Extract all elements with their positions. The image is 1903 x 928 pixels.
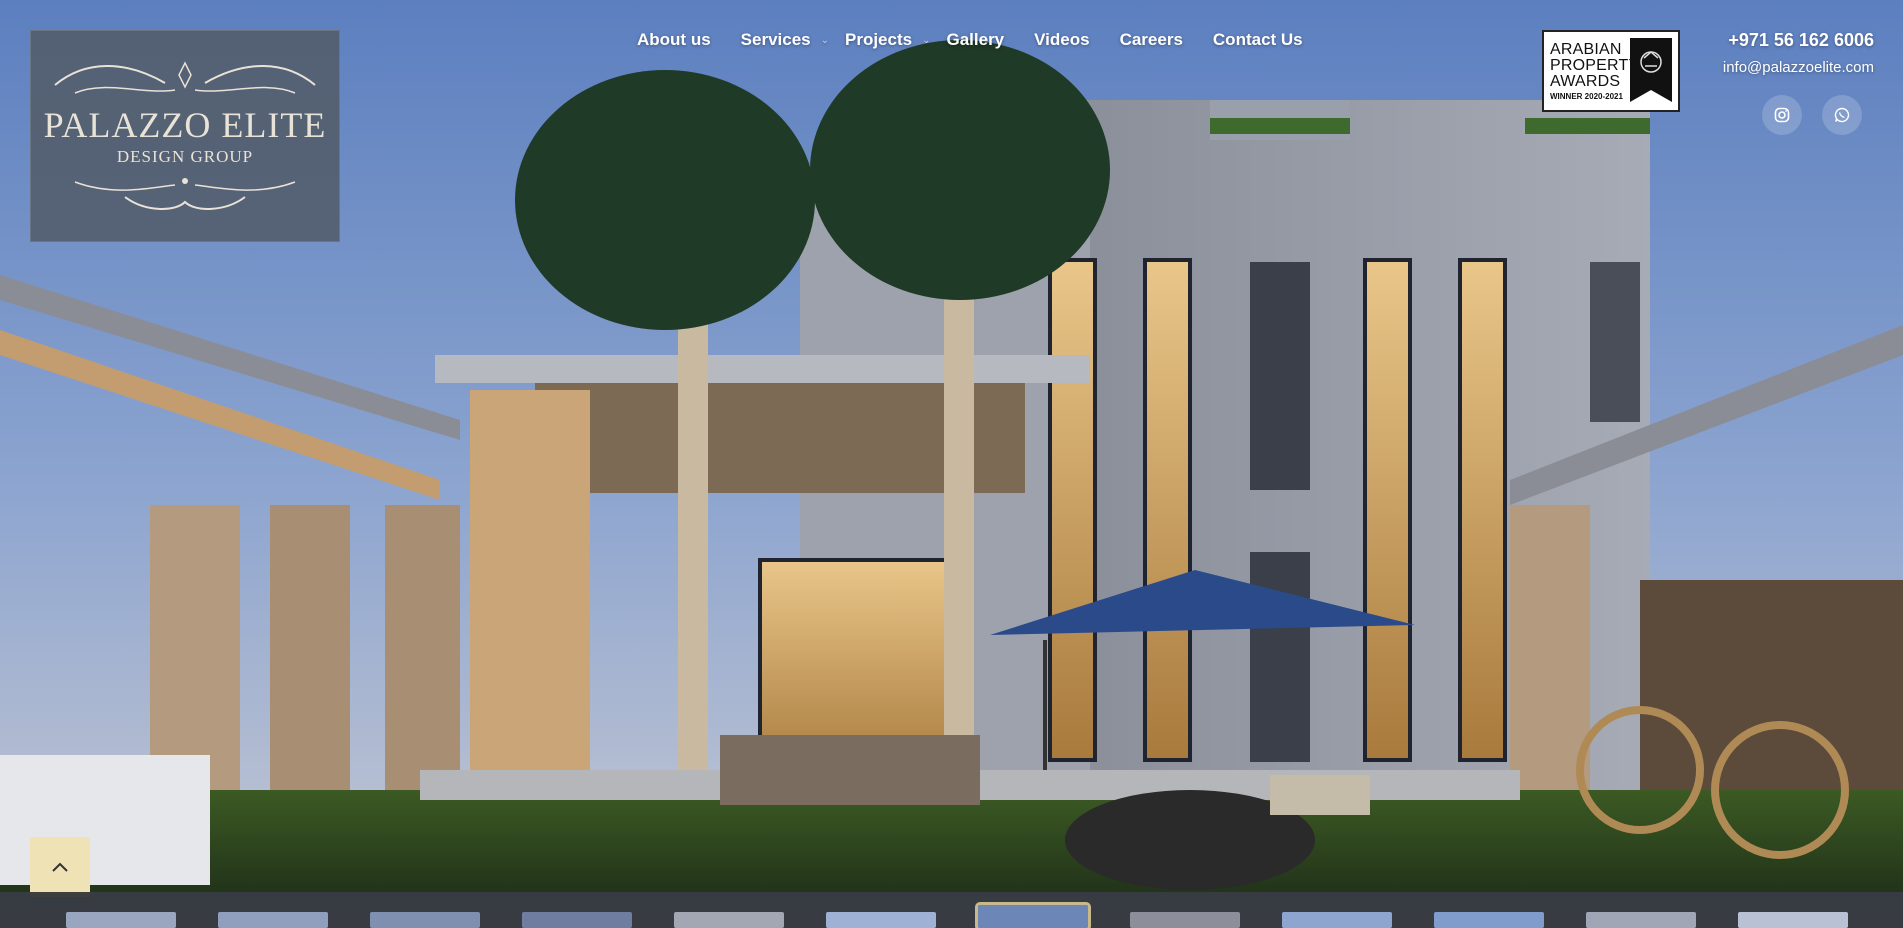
instagram-button[interactable] <box>1762 95 1802 135</box>
nav-label: Services <box>740 30 811 49</box>
nav-label: Contact Us <box>1212 30 1303 49</box>
back-to-top-button[interactable] <box>30 837 90 897</box>
thumbnail-item[interactable] <box>218 912 328 928</box>
nav-videos[interactable]: Videos <box>1034 30 1089 50</box>
chevron-down-icon: ⌄ <box>922 34 931 46</box>
nav-label: Careers <box>1119 30 1183 49</box>
nav-careers[interactable]: Careers <box>1120 30 1183 50</box>
nav-gallery[interactable]: Gallery <box>946 30 1004 50</box>
social-links <box>1762 95 1882 135</box>
thumbnail-item[interactable] <box>1282 912 1392 928</box>
award-crest-icon <box>1630 38 1672 102</box>
nav-label: Projects <box>845 30 913 49</box>
thumbnail-strip <box>0 892 1903 928</box>
whatsapp-icon <box>1834 107 1850 123</box>
nav-label: Gallery <box>946 30 1005 49</box>
thumbnail-item[interactable] <box>826 912 936 928</box>
thumbnail-item[interactable] <box>1586 912 1696 928</box>
award-line: ARABIAN <box>1550 40 1622 58</box>
award-badge[interactable]: ARABIAN PROPERTY AWARDS WINNER 2020-2021 <box>1542 30 1680 112</box>
nav-about-us[interactable]: About us <box>637 30 711 50</box>
thumbnail-item[interactable] <box>1738 912 1848 928</box>
contact-info: +971 56 162 6006 info@palazzoelite.com <box>1700 30 1874 76</box>
nav-label: About us <box>637 30 711 49</box>
nav-projects[interactable]: Projects ⌄ <box>845 30 930 50</box>
award-line: AWARDS <box>1550 72 1621 90</box>
email-link[interactable]: info@palazzoelite.com <box>1700 59 1874 76</box>
chevron-up-icon <box>52 862 68 872</box>
thumbnail-item[interactable] <box>1130 912 1240 928</box>
nav-services[interactable]: Services ⌄ <box>741 30 829 50</box>
award-line: PROPERTY <box>1550 56 1640 74</box>
phone-link[interactable]: +971 56 162 6006 <box>1700 30 1874 51</box>
main-nav: About us Services ⌄ Projects ⌄ Gallery V… <box>637 30 1333 50</box>
award-text: ARABIAN PROPERTY AWARDS WINNER 2020-2021 <box>1550 40 1640 101</box>
nav-label: Videos <box>1034 30 1090 49</box>
award-winner: WINNER 2020-2021 <box>1550 91 1623 101</box>
thumbnail-item[interactable] <box>1434 912 1544 928</box>
brand-tagline: DESIGN GROUP <box>116 147 254 166</box>
thumbnail-item[interactable] <box>522 912 632 928</box>
thumbnail-item[interactable] <box>674 912 784 928</box>
thumbnail-item[interactable] <box>66 912 176 928</box>
nav-contact-us[interactable]: Contact Us <box>1213 30 1303 50</box>
brand-logo[interactable]: PALAZZO ELITE DESIGN GROUP <box>30 30 340 242</box>
brand-name: PALAZZO ELITE <box>43 105 327 145</box>
instagram-icon <box>1774 107 1790 123</box>
ornament-icon <box>54 61 316 94</box>
whatsapp-button[interactable] <box>1822 95 1862 135</box>
thumbnail-item[interactable] <box>370 912 480 928</box>
chevron-down-icon: ⌄ <box>820 34 829 46</box>
thumbnail-item[interactable] <box>975 902 1091 928</box>
ornament-icon <box>74 178 296 210</box>
